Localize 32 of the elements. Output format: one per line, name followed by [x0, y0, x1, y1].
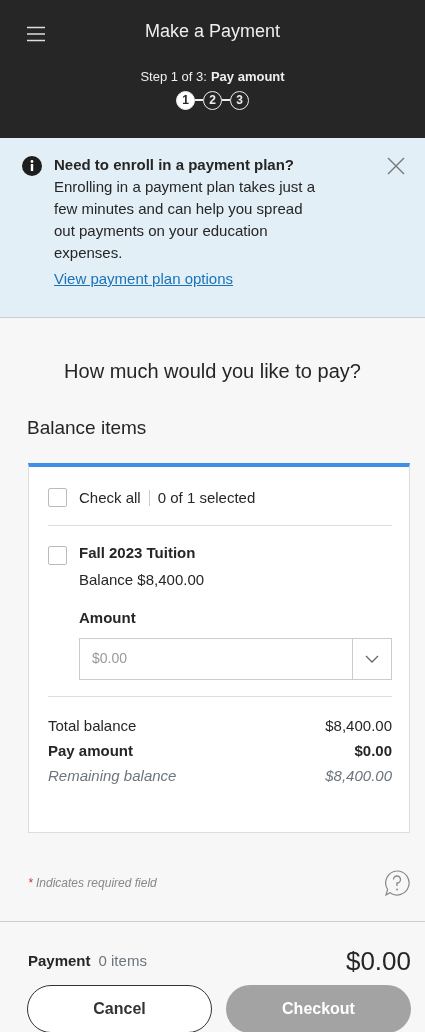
- cancel-button[interactable]: Cancel: [27, 984, 212, 1032]
- total-label: Pay amount: [48, 740, 134, 761]
- item-name: Fall 2023 Tuition: [79, 543, 197, 563]
- amount-label: Amount: [79, 608, 137, 628]
- checkbox[interactable]: [48, 546, 67, 565]
- plan-options-link[interactable]: View payment plan options: [54, 268, 233, 290]
- check-all-label[interactable]: Check all: [79, 486, 141, 509]
- question-heading: How much would you like to pay?: [63, 359, 362, 384]
- selection-count: 0 of 1 selected: [157, 487, 256, 508]
- step-name: Pay amount: [210, 68, 285, 86]
- total-label: Total balance: [48, 715, 137, 736]
- checkbox[interactable]: [48, 488, 67, 508]
- alert-message: Enrolling in a payment plan takes just a few minutes and can help you spread out payments on your education expenses.: [54, 177, 316, 263]
- total-value: $8,400.00: [325, 765, 392, 786]
- total-label: Remaining balance: [48, 765, 177, 786]
- alert-title: Need to enroll in a payment plan?: [54, 155, 296, 175]
- total-value: $0.00: [354, 740, 392, 761]
- payment-total: $0.00: [345, 944, 411, 978]
- step-indicator: 1: [176, 90, 195, 110]
- page-title: Make a Payment: [144, 20, 281, 43]
- step-text: Step 1 of 3:: [140, 68, 207, 86]
- section-title: Balance items: [27, 416, 148, 440]
- chevron-down-icon: [365, 654, 379, 663]
- dropdown-button[interactable]: [352, 637, 392, 680]
- item-balance: Balance $8,400.00: [79, 569, 206, 590]
- amount-field[interactable]: $0.00: [79, 637, 352, 680]
- total-value: $8,400.00: [325, 715, 392, 736]
- help-icon[interactable]: [383, 868, 411, 897]
- payment-label: Payment: [28, 950, 91, 971]
- required-note: * Indicates required field: [28, 874, 157, 892]
- item-count: 0 items: [98, 950, 147, 971]
- info-icon: [22, 156, 42, 176]
